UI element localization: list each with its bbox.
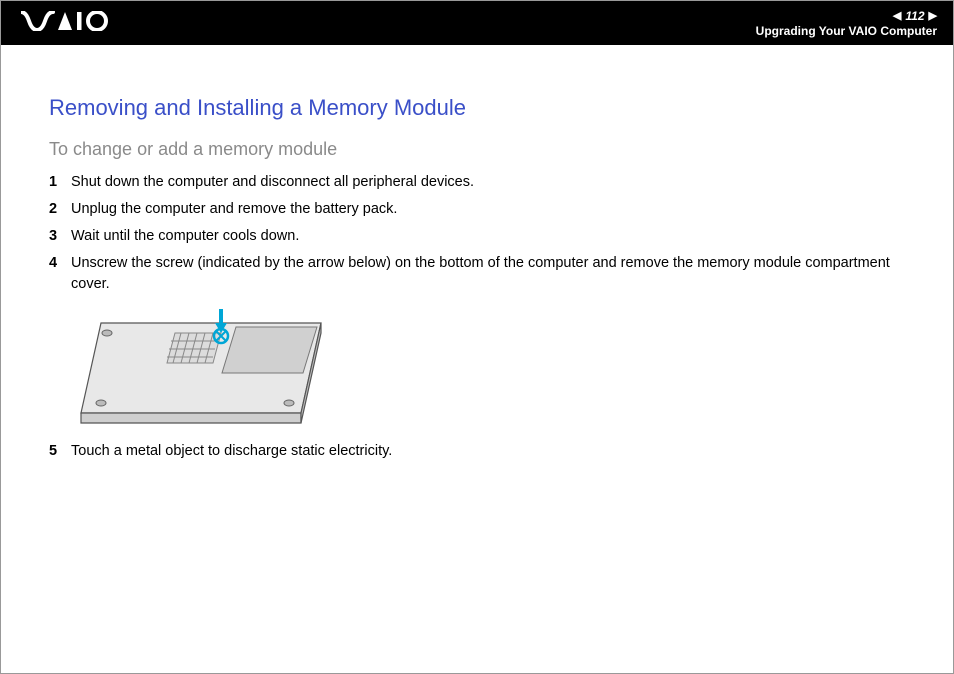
page-number: 112	[905, 9, 924, 23]
step-item: 1 Shut down the computer and disconnect …	[49, 172, 917, 193]
step-item: 3 Wait until the computer cools down.	[49, 226, 917, 247]
steps-list: 1 Shut down the computer and disconnect …	[49, 172, 917, 295]
step-item: 5 Touch a metal object to discharge stat…	[49, 441, 917, 462]
header-right: ◀ 112 ▶ Upgrading Your VAIO Computer	[756, 9, 937, 38]
section-name: Upgrading Your VAIO Computer	[756, 24, 937, 38]
step-number: 4	[49, 253, 71, 295]
step-number: 1	[49, 172, 71, 193]
page-title: Removing and Installing a Memory Module	[49, 95, 917, 121]
nav-prev-icon[interactable]: ◀	[893, 9, 901, 22]
content: Removing and Installing a Memory Module …	[1, 45, 953, 462]
step-text: Unplug the computer and remove the batte…	[71, 199, 917, 220]
step-item: 4 Unscrew the screw (indicated by the ar…	[49, 253, 917, 295]
step-number: 2	[49, 199, 71, 220]
laptop-bottom-figure	[71, 303, 917, 431]
page-nav: ◀ 112 ▶	[893, 9, 937, 23]
step-text: Touch a metal object to discharge static…	[71, 441, 917, 462]
vaio-logo	[21, 11, 111, 36]
header-bar: ◀ 112 ▶ Upgrading Your VAIO Computer	[1, 1, 953, 45]
step-text: Shut down the computer and disconnect al…	[71, 172, 917, 193]
page-subtitle: To change or add a memory module	[49, 139, 917, 160]
step-number: 5	[49, 441, 71, 462]
nav-next-icon[interactable]: ▶	[929, 9, 937, 22]
step-number: 3	[49, 226, 71, 247]
step-item: 2 Unplug the computer and remove the bat…	[49, 199, 917, 220]
step-text: Unscrew the screw (indicated by the arro…	[71, 253, 917, 295]
steps-list-continued: 5 Touch a metal object to discharge stat…	[49, 441, 917, 462]
step-text: Wait until the computer cools down.	[71, 226, 917, 247]
